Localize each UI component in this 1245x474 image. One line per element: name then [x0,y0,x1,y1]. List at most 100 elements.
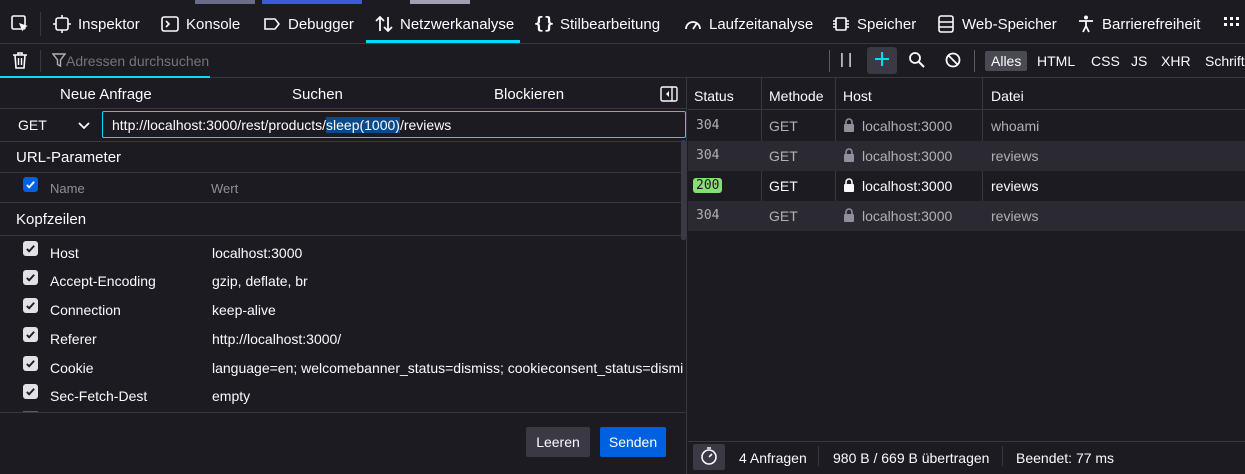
tab-performance[interactable]: Laufzeitanalyse [683,8,813,40]
divider [0,141,687,142]
filter-xhr[interactable]: XHR [1155,51,1197,71]
send-button[interactable]: Senden [600,427,666,457]
request-method: GET [769,118,798,134]
header-checkbox[interactable] [23,298,38,313]
divider [0,202,687,203]
header-checkbox[interactable] [23,327,38,342]
url-selection: sleep(1000) [326,116,400,133]
filter-html[interactable]: HTML [1031,51,1081,71]
tab-console[interactable]: Konsole [160,8,240,40]
request-status: 304 [696,148,720,163]
url-prefix: http://localhost:3000/rest/products/ [112,116,327,133]
column-method[interactable]: Methode [769,88,823,104]
header-value[interactable]: gzip, deflate, br [212,273,682,289]
filter-fonts[interactable]: Schrifte [1199,51,1245,71]
subtab-block[interactable]: Blockieren [494,86,564,103]
tab-label: Stilbearbeitung [560,15,661,33]
check-icon [26,245,35,253]
search-button[interactable] [908,51,926,72]
subtab-search[interactable]: Suchen [292,86,343,103]
accessibility-icon [1076,14,1096,34]
tab-memory[interactable]: Speicher [831,8,916,40]
param-value-field[interactable]: Wert [211,181,238,196]
header-name[interactable]: Accept-Encoding [50,273,156,289]
param-name-field[interactable]: Name [50,181,85,196]
plus-icon [874,51,890,70]
divider [0,108,687,109]
summary-requests: 4 Anfragen [739,450,807,466]
request-status: 304 [696,208,720,223]
tab-inspector[interactable]: Inspektor [52,8,140,40]
tab-style-editor[interactable]: {} Stilbearbeitung [534,8,660,40]
inspector-icon [52,14,72,34]
header-name[interactable]: Host [50,245,79,261]
pause-button[interactable]: | | [840,51,852,68]
request-host: localhost:3000 [862,208,953,224]
header-name[interactable]: Referer [50,331,97,347]
header-name[interactable]: Cookie [50,360,94,376]
element-picker-button[interactable] [10,8,36,40]
header-checkbox[interactable] [23,384,38,399]
column-file[interactable]: Datei [991,88,1024,104]
header-checkbox[interactable] [23,270,38,285]
check-icon [26,274,35,282]
pause-icon: | | [840,51,852,68]
request-status: 304 [696,118,720,133]
page-strip [195,0,255,4]
scrollbar[interactable] [681,140,686,240]
header-value[interactable]: localhost:3000 [212,245,682,261]
column-host[interactable]: Host [843,88,872,104]
header-value[interactable]: keep-alive [212,302,682,318]
check-icon [26,181,35,189]
request-method: GET [769,208,798,224]
request-method: GET [769,148,798,164]
overflow-menu-button[interactable] [1222,8,1245,40]
check-icon [26,360,35,368]
column-status[interactable]: Status [694,88,734,104]
tab-network[interactable]: Netzwerkanalyse [374,8,514,40]
tab-label: Laufzeitanalyse [709,15,814,33]
url-filter-input[interactable] [66,50,806,72]
performance-icon [683,14,703,34]
filter-icon [51,52,67,71]
overflow-grid-icon [1222,14,1242,34]
performance-analysis-button[interactable] [693,444,725,470]
filter-css[interactable]: CSS [1085,51,1126,71]
filter-js[interactable]: JS [1125,51,1153,71]
header-value[interactable]: http://localhost:3000/ [212,331,682,347]
block-requests-button[interactable] [944,51,962,72]
tab-label: Netzwerkanalyse [400,15,515,33]
header-checkbox[interactable] [23,241,38,256]
tab-debugger[interactable]: Debugger [262,8,354,40]
tab-storage[interactable]: Web-Speicher [936,8,1057,40]
block-icon [944,52,962,72]
subtab-new-request[interactable]: Neue Anfrage [60,86,152,103]
header-value[interactable]: empty [212,388,682,404]
close-sidebar-button[interactable] [660,86,678,105]
chevron-down-icon [78,117,90,133]
debugger-icon [262,14,282,34]
method-select[interactable]: GET [8,111,98,138]
request-file: reviews [991,178,1039,194]
param-checkbox[interactable] [23,177,38,192]
toolbar-separator [40,50,41,72]
header-name[interactable]: Sec-Fetch-Dest [50,388,147,404]
method-value: GET [18,116,47,133]
clear-button[interactable]: Leeren [526,427,590,457]
url-input[interactable]: http://localhost:3000/rest/products/slee… [102,111,686,138]
header-checkbox[interactable] [23,356,38,371]
request-file: reviews [991,208,1039,224]
new-request-button[interactable] [867,47,897,74]
request-host: localhost:3000 [862,178,953,194]
tab-separator [40,12,41,36]
header-value[interactable]: language=en; welcomebanner_status=dismis… [212,360,684,376]
clear-requests-button[interactable] [10,50,30,73]
header-name[interactable]: Connection [50,302,121,318]
request-method: GET [769,178,798,194]
lock-icon [843,118,855,135]
memory-icon [831,14,851,34]
divider [0,172,687,173]
filter-all[interactable]: Alles [985,51,1028,71]
request-host: localhost:3000 [862,148,953,164]
tab-accessibility[interactable]: Barrierefreiheit [1076,8,1200,40]
